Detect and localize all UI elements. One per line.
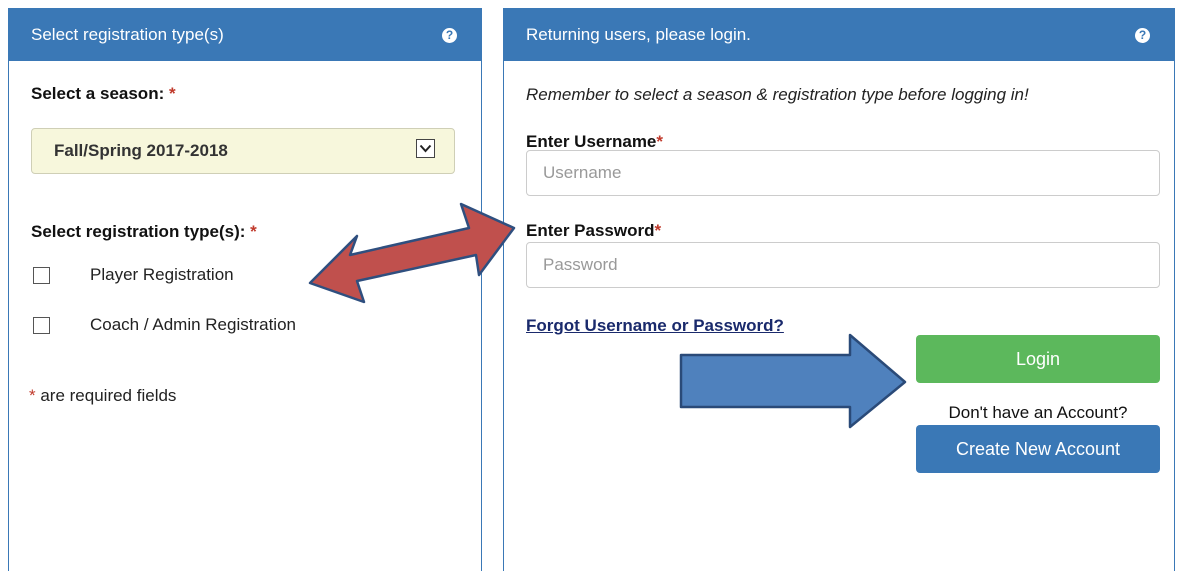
login-panel: Returning users, please login. ? Remembe… [503,8,1175,571]
player-registration-option[interactable]: Player Registration [33,265,234,285]
login-reminder: Remember to select a season & registrati… [526,85,1029,104]
password-label: Enter Password* [526,221,661,241]
coach-admin-registration-label: Coach / Admin Registration [90,315,296,334]
password-label-text: Enter Password [526,221,655,240]
no-account-text: Don't have an Account? [948,403,1128,422]
season-selected-value: Fall/Spring 2017-2018 [54,141,228,160]
username-input[interactable] [526,150,1160,196]
username-label: Enter Username* [526,132,663,152]
required-marker: * [250,222,257,241]
login-panel-header: Returning users, please login. ? [504,9,1174,61]
season-label: Select a season: * [31,84,176,104]
required-marker: * [29,386,36,405]
required-marker: * [654,221,662,240]
password-input[interactable] [526,242,1160,288]
login-button[interactable]: Login [916,335,1160,383]
coach-admin-registration-option[interactable]: Coach / Admin Registration [33,315,296,335]
login-panel-title: Returning users, please login. [526,25,751,44]
registration-page: Select registration type(s) ? Select a s… [0,0,1177,571]
player-registration-label: Player Registration [90,265,234,284]
question-circle-icon[interactable]: ? [442,27,457,43]
required-marker: * [656,132,664,151]
registration-type-label: Select registration type(s): * [31,222,257,242]
chevron-down-icon[interactable] [416,139,435,158]
season-select[interactable]: Fall/Spring 2017-2018 [31,128,455,174]
required-fields-note: * are required fields [29,386,176,406]
registration-type-panel-header: Select registration type(s) ? [9,9,481,61]
required-marker: * [168,84,176,103]
forgot-credentials-link[interactable]: Forgot Username or Password? [526,316,784,336]
player-registration-checkbox[interactable] [33,266,50,284]
username-label-text: Enter Username [526,132,657,151]
create-account-button[interactable]: Create New Account [916,425,1160,473]
registration-type-label-text: Select registration type(s): [31,222,251,241]
coach-admin-registration-checkbox[interactable] [33,316,50,334]
season-label-text: Select a season: [31,84,169,103]
registration-type-panel-title: Select registration type(s) [31,25,224,44]
question-circle-icon[interactable]: ? [1135,27,1150,43]
required-fields-text: are required fields [35,386,177,405]
registration-type-panel: Select registration type(s) ? Select a s… [8,8,482,571]
